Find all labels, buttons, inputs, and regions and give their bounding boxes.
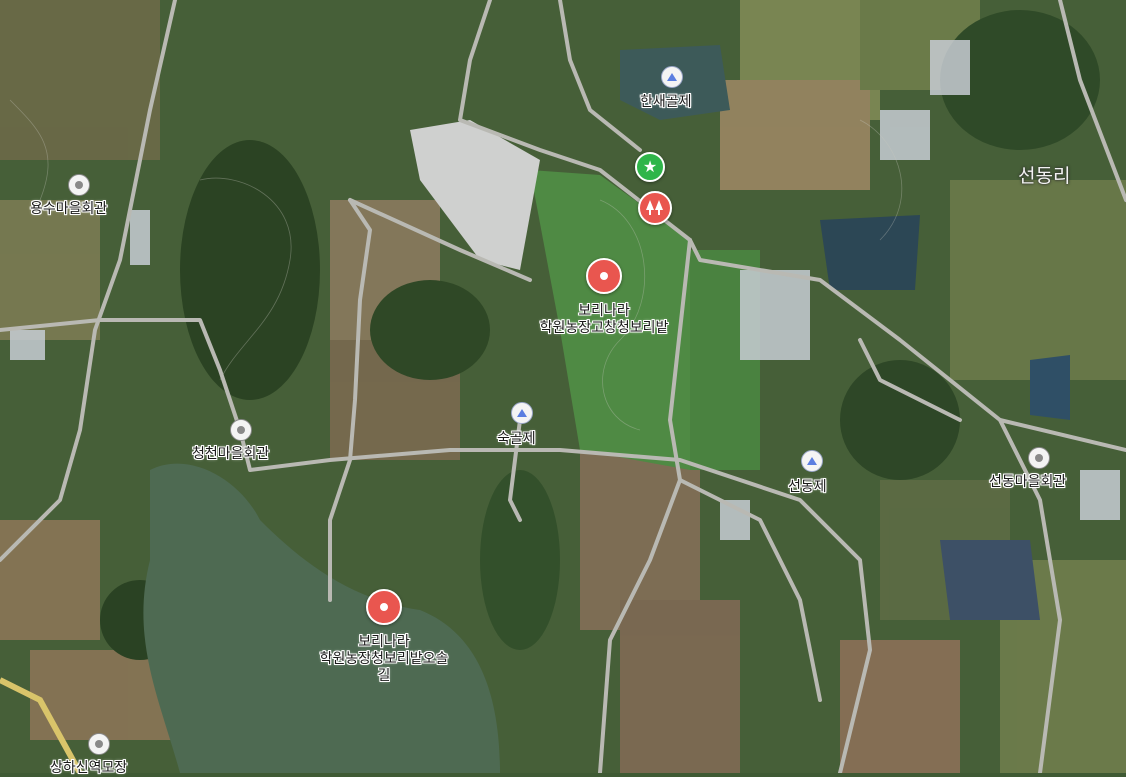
attraction-pin-icon[interactable] <box>586 258 622 294</box>
community-hall-icon[interactable] <box>88 733 110 755</box>
trees-icon[interactable] <box>638 191 672 225</box>
place-label-barley-trail[interactable]: 보리나라 학원농장청보리밭오솔 길 <box>284 634 484 685</box>
place-label-sukgol-reservoir[interactable]: 숙골제 <box>497 431 536 448</box>
area-label-seondong-ri: 선동리 <box>1018 165 1071 187</box>
community-hall-icon[interactable] <box>230 419 252 441</box>
satellite-map[interactable] <box>0 0 1126 773</box>
place-label-cheongcheon-hall[interactable]: 청천마을회관 <box>192 446 269 463</box>
place-label-yongsu-hall[interactable]: 용수마을회관 <box>30 201 107 218</box>
place-label-barley-field[interactable]: 보리나라 학원농장고창청보리밭 <box>504 303 704 337</box>
place-label-hansaegol-reservoir[interactable]: 한새골제 <box>640 94 692 111</box>
attraction-pin-icon[interactable] <box>366 589 402 625</box>
community-hall-icon[interactable] <box>1028 447 1050 469</box>
reservoir-icon[interactable] <box>661 66 683 88</box>
place-label-sanghaseon-farm[interactable]: 상하신역모장 <box>50 760 127 777</box>
place-label-seondong-hall[interactable]: 선동마을회관 <box>989 474 1066 491</box>
reservoir-icon[interactable] <box>801 450 823 472</box>
community-hall-icon[interactable] <box>68 174 90 196</box>
reservoir-icon[interactable] <box>511 402 533 424</box>
place-label-seondong-reservoir[interactable]: 선동제 <box>788 479 827 496</box>
star-icon[interactable]: ★ <box>635 152 665 182</box>
